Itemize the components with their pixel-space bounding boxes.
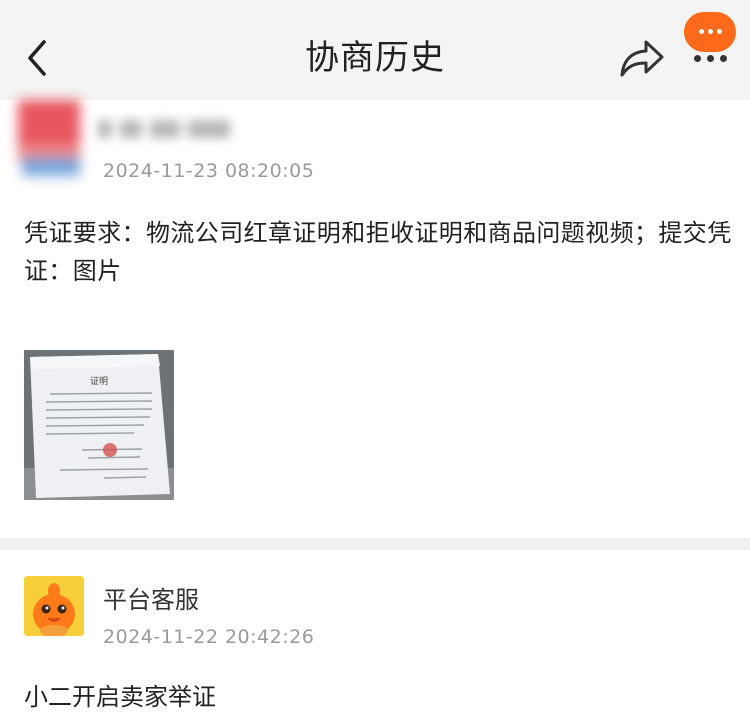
- share-arrow-icon: [620, 40, 664, 77]
- certificate-document-icon: 证明: [24, 350, 174, 500]
- sender-name: 平台客服: [103, 586, 199, 614]
- more-dots-icon: [690, 53, 730, 63]
- evidence-image[interactable]: 证明: [24, 350, 174, 500]
- sender-name-redacted: [98, 114, 234, 142]
- avatar: [16, 100, 82, 186]
- share-button[interactable]: [618, 38, 666, 80]
- attachment-title: 证明: [90, 376, 108, 387]
- history-record: 平台客服 2024-11-22 20:42:26 小二开启卖家举证: [0, 550, 750, 714]
- more-button[interactable]: [684, 12, 736, 64]
- record-timestamp: 2024-11-22 20:42:26: [103, 626, 315, 648]
- history-record: 2024-11-23 08:20:05 凭证要求：物流公司红章证明和拒收证明和商…: [0, 100, 750, 538]
- record-content: 小二开启卖家举证: [24, 683, 216, 711]
- customer-service-avatar: [24, 576, 84, 636]
- negotiation-history-page: 协商历史 2024-11-23 08:20:05 凭证要求：物流公司红章证明和拒…: [0, 0, 750, 714]
- mascot-icon: [24, 576, 84, 636]
- record-content: 凭证要求：物流公司红章证明和拒收证明和商品问题视频；提交凭证：图片: [24, 219, 732, 285]
- section-divider: [0, 538, 750, 550]
- message-bubble-icon: [684, 12, 736, 52]
- record-timestamp: 2024-11-23 08:20:05: [103, 160, 315, 182]
- top-nav-bar: 协商历史: [0, 0, 750, 100]
